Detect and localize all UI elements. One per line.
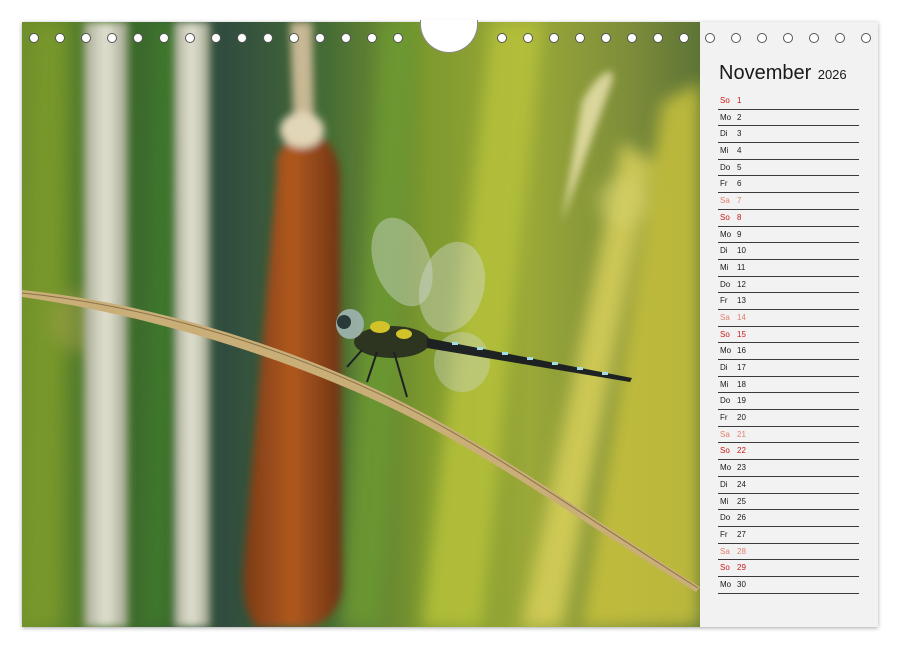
weekday-label: Do xyxy=(720,279,731,289)
weekday-label: So xyxy=(720,212,730,222)
calendar-page: November 2026 So 1 Mo 2 Di 3 Mi 4 Do 5 Fr 6 Sa 7 So 8 Mo… xyxy=(22,22,878,627)
weekday-label: Mi xyxy=(720,146,729,156)
month-header: November 2026 xyxy=(719,62,847,85)
day-row: Sa 7 xyxy=(718,193,859,210)
weekday-label: Fr xyxy=(720,529,728,539)
day-number: 8 xyxy=(737,212,742,222)
weekday-label: Mo xyxy=(720,112,732,122)
day-row: Do 26 xyxy=(718,510,859,527)
weekday-label: Di xyxy=(720,363,728,372)
weekday-label: Mo xyxy=(720,346,732,356)
weekday-label: So xyxy=(720,446,730,456)
day-number: 15 xyxy=(737,329,746,339)
day-number: 11 xyxy=(737,262,746,272)
weekday-label: Di xyxy=(720,246,728,256)
weekday-label: Do xyxy=(720,513,731,523)
day-row: Mi 4 xyxy=(718,143,859,160)
weekday-label: Di xyxy=(720,129,728,139)
weekday-label: Mi xyxy=(720,496,729,506)
weekday-label: Di xyxy=(720,479,728,489)
day-number: 16 xyxy=(737,346,746,356)
weekday-label: Mi xyxy=(720,262,729,272)
day-number: 7 xyxy=(737,196,742,206)
day-row: Fr 6 xyxy=(718,176,859,194)
day-number: 2 xyxy=(737,112,742,122)
day-row: So 29 xyxy=(718,560,859,577)
day-number: 20 xyxy=(737,413,746,423)
dragonfly-photo xyxy=(22,22,700,627)
weekday-label: So xyxy=(720,96,730,105)
weekday-label: So xyxy=(720,563,730,573)
weekday-label: Mo xyxy=(720,229,732,239)
day-row: Fr 20 xyxy=(718,410,859,427)
day-number: 21 xyxy=(737,429,746,439)
day-number: 29 xyxy=(737,563,746,573)
year-label: 2026 xyxy=(817,67,847,82)
day-row: Mo 23 xyxy=(718,460,859,477)
day-row: Di 3 xyxy=(718,126,859,144)
weekday-label: Fr xyxy=(720,179,728,189)
day-number: 6 xyxy=(737,179,742,189)
day-number: 18 xyxy=(737,379,746,389)
day-number: 22 xyxy=(737,446,746,456)
day-number: 17 xyxy=(737,363,746,372)
weekday-label: Mo xyxy=(720,463,732,473)
weekday-label: So xyxy=(720,329,730,339)
weekday-label: Fr xyxy=(720,413,728,423)
day-row: Do 19 xyxy=(718,393,859,411)
day-number: 27 xyxy=(737,529,746,539)
day-row: Fr 27 xyxy=(718,527,859,544)
day-row: Sa 21 xyxy=(718,427,859,444)
day-number: 9 xyxy=(737,229,742,239)
day-number: 26 xyxy=(737,513,746,523)
day-row: Di 10 xyxy=(718,243,859,260)
weekday-label: Sa xyxy=(720,196,730,206)
weekday-label: Mo xyxy=(720,579,732,589)
day-number: 3 xyxy=(737,129,742,139)
day-number: 4 xyxy=(737,146,742,156)
day-row: Mo 2 xyxy=(718,110,859,127)
day-row: Mi 18 xyxy=(718,377,859,394)
day-number: 12 xyxy=(737,279,746,289)
day-number: 13 xyxy=(737,296,746,306)
day-row: Sa 28 xyxy=(718,544,859,561)
day-row: Do 5 xyxy=(718,160,859,177)
weekday-label: Do xyxy=(720,396,731,406)
day-row: Do 12 xyxy=(718,277,859,294)
day-number: 24 xyxy=(737,479,746,489)
day-row: So 8 xyxy=(718,210,859,227)
day-row: So 15 xyxy=(718,327,859,344)
day-row: So 22 xyxy=(718,443,859,461)
day-number: 19 xyxy=(737,396,746,406)
day-row: Sa 14 xyxy=(718,310,859,327)
day-row: So 1 xyxy=(718,93,859,110)
weekday-label: Mi xyxy=(720,379,729,389)
day-number: 1 xyxy=(737,96,742,105)
day-row: Fr 13 xyxy=(718,293,859,310)
day-row: Mi 11 xyxy=(718,260,859,277)
day-row: Mo 30 xyxy=(718,577,859,594)
day-row: Mi 25 xyxy=(718,494,859,511)
day-number: 10 xyxy=(737,246,746,256)
weekday-label: Do xyxy=(720,162,731,172)
day-number: 25 xyxy=(737,496,746,506)
day-row: Mo 9 xyxy=(718,227,859,244)
day-row: Mo 16 xyxy=(718,343,859,360)
day-number: 23 xyxy=(737,463,746,473)
month-name: November xyxy=(719,62,812,84)
weekday-label: Sa xyxy=(720,429,730,439)
day-number: 28 xyxy=(737,546,746,556)
calendar-panel: November 2026 So 1 Mo 2 Di 3 Mi 4 Do 5 Fr 6 Sa 7 So 8 Mo… xyxy=(700,22,878,627)
day-row: Di 24 xyxy=(718,477,859,494)
day-number: 30 xyxy=(737,579,746,589)
day-number: 14 xyxy=(737,312,746,322)
weekday-label: Sa xyxy=(720,312,730,322)
weekday-label: Sa xyxy=(720,546,730,556)
day-row: Di 17 xyxy=(718,360,859,377)
dragonfly-photo-graphic xyxy=(22,22,700,627)
day-list: So 1 Mo 2 Di 3 Mi 4 Do 5 Fr 6 Sa 7 So 8 Mo 9 Di 10 Mi 11 Do 12 F… xyxy=(718,93,859,594)
day-number: 5 xyxy=(737,162,742,172)
weekday-label: Fr xyxy=(720,296,728,306)
